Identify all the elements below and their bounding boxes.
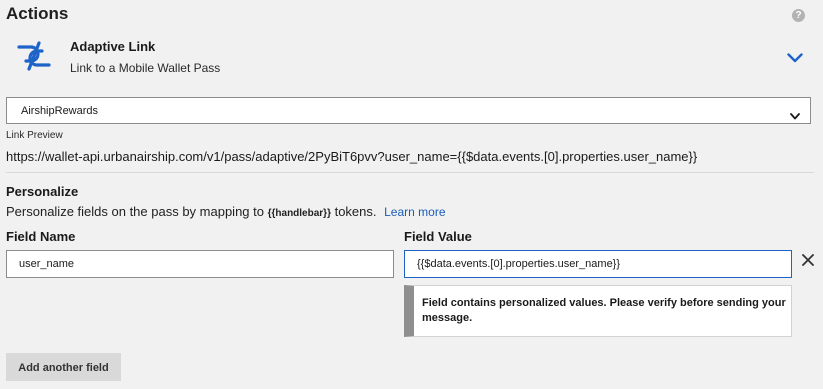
chevron-down-icon[interactable] [787,50,803,63]
warning-text: Field contains personalized values. Plea… [422,297,786,324]
field-value-input[interactable] [404,250,792,278]
personalize-title: Personalize [6,184,79,199]
action-title: Adaptive Link [70,39,156,54]
pass-select-value: AirshipRewards [21,105,99,117]
adaptive-link-icon [16,40,52,72]
link-preview-label: Link Preview [6,130,63,141]
help-icon[interactable]: ? [792,9,805,22]
add-another-field-button[interactable]: Add another field [6,353,121,381]
personalize-desc-suffix: tokens. [330,204,377,219]
link-preview-url: https://wallet-api.urbanairship.com/v1/p… [6,149,698,164]
select-chevron-icon [790,107,800,120]
field-name-input[interactable] [6,250,394,278]
personalize-desc-text: Personalize fields on the pass by mappin… [6,204,268,219]
pass-select[interactable]: AirshipRewards [6,97,811,124]
action-subtitle: Link to a Mobile Wallet Pass [70,61,221,75]
close-icon[interactable] [801,253,815,267]
personalization-warning: Field contains personalized values. Plea… [404,285,792,337]
learn-more-link[interactable]: Learn more [384,205,445,219]
personalize-description: Personalize fields on the pass by mappin… [6,204,446,219]
field-name-label: Field Name [6,229,76,244]
page-title: Actions [6,4,69,23]
handlebar-token: {{handlebar}} [267,208,331,219]
divider [6,172,814,173]
field-value-label: Field Value [404,229,472,244]
